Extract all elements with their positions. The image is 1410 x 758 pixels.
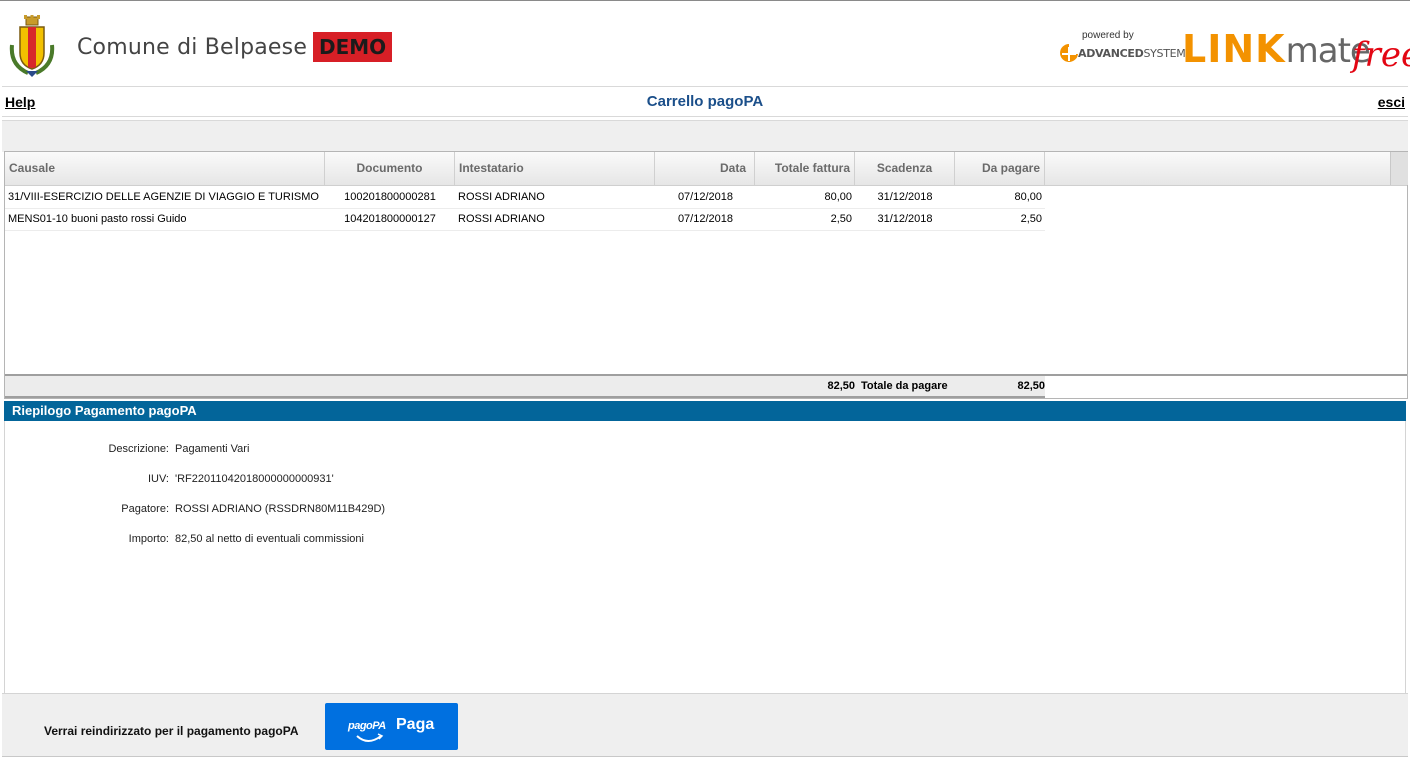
- comune-name: Comune di Belpaese: [77, 35, 308, 60]
- cell-data: 07/12/2018: [677, 213, 733, 225]
- pagatore-label: Pagatore:: [121, 503, 169, 515]
- column-header-intestatario[interactable]: Intestatario: [455, 152, 655, 185]
- column-header-scadenza[interactable]: Scadenza: [855, 152, 955, 185]
- cell-causale: 31/VIII-ESERCIZIO DELLE AGENZIE DI VIAGG…: [8, 191, 319, 203]
- header-scroll-spacer: [1390, 152, 1408, 185]
- column-header-da-pagare[interactable]: Da pagare: [955, 152, 1045, 185]
- linkmate-free-logo: LINKmatefree: [1182, 27, 1410, 75]
- riepilogo-descrizione: Descrizione: Pagamenti Vari: [5, 443, 705, 459]
- iuv-label: IUV:: [148, 473, 169, 485]
- importo-label: Importo:: [128, 533, 169, 545]
- cell-scadenza: 31/12/2018: [877, 191, 933, 203]
- column-header-documento[interactable]: Documento: [325, 152, 455, 185]
- paga-button[interactable]: pagoPA Paga: [325, 703, 458, 750]
- cell-totale-fattura: 2,50: [830, 213, 852, 225]
- linkmate-logo-free: free: [1352, 35, 1410, 75]
- cell-scadenza: 31/12/2018: [877, 213, 933, 225]
- advanced-systems-logo-icon: [1060, 44, 1078, 62]
- advanced-systems-logo: ADVANCEDSYSTEMS: [1078, 47, 1192, 60]
- pagopa-logo-icon: pagoPA: [347, 716, 389, 746]
- redirect-notice: Verrai reindirizzato per il pagamento pa…: [44, 724, 299, 738]
- riepilogo-importo: Importo: 82,50 al netto di eventuali com…: [5, 533, 705, 549]
- cell-intestatario: ROSSI ADRIANO: [458, 191, 545, 203]
- logout-link[interactable]: esci: [1378, 94, 1405, 110]
- cell-documento: 100201800000281: [344, 191, 436, 203]
- descrizione-value: Pagamenti Vari: [175, 443, 250, 455]
- riepilogo-header: Riepilogo Pagamento pagoPA: [4, 401, 1406, 421]
- header: Comune di Belpaese DEMO powered by ADVAN…: [0, 1, 1410, 86]
- column-header-totale-fattura[interactable]: Totale fattura: [755, 152, 855, 185]
- column-header-data[interactable]: Data: [655, 152, 755, 185]
- footer-da-pagare: 82,50: [1017, 380, 1045, 392]
- pagatore-value: ROSSI ADRIANO (RSSDRN80M11B429D): [175, 503, 386, 515]
- help-link[interactable]: Help: [5, 94, 35, 110]
- cart-table: Causale Documento Intestatario Data Tota…: [4, 151, 1408, 399]
- importo-value: 82,50 al netto di eventuali commissioni: [175, 533, 364, 545]
- riepilogo-iuv: IUV: 'RF22011042018000000000931': [5, 473, 705, 489]
- comune-crest-icon: [9, 15, 55, 77]
- navbar: Help Carrello pagoPA esci: [2, 86, 1408, 117]
- table-row[interactable]: 31/VIII-ESERCIZIO DELLE AGENZIE DI VIAGG…: [5, 186, 1045, 209]
- column-header-causale[interactable]: Causale: [5, 152, 325, 185]
- descrizione-label: Descrizione:: [108, 443, 169, 455]
- footer-totale-fattura: 82,50: [827, 380, 855, 392]
- linkmate-logo-link: LINK: [1182, 27, 1286, 71]
- cell-totale-fattura: 80,00: [824, 191, 852, 203]
- demo-badge: DEMO: [313, 32, 393, 62]
- paga-button-label: Paga: [396, 716, 435, 733]
- riepilogo-panel: Descrizione: Pagamenti Vari IUV: 'RF2201…: [4, 421, 1406, 693]
- cell-causale: MENS01-10 buoni pasto rossi Guido: [8, 213, 187, 225]
- riepilogo-title: Riepilogo Pagamento pagoPA: [12, 403, 197, 418]
- table-row[interactable]: MENS01-10 buoni pasto rossi Guido 104201…: [5, 208, 1045, 231]
- cell-intestatario: ROSSI ADRIANO: [458, 213, 545, 225]
- cell-da-pagare: 80,00: [1014, 191, 1042, 203]
- page-title: Carrello pagoPA: [646, 93, 764, 110]
- cell-data: 07/12/2018: [677, 191, 733, 203]
- pagopa-arc-icon: [356, 733, 384, 742]
- powered-by-label: powered by: [1082, 30, 1134, 41]
- table-footer: 82,50 Totale da pagare 82,50: [5, 374, 1407, 398]
- payment-footer: Verrai reindirizzato per il pagamento pa…: [2, 693, 1408, 757]
- cell-documento: 104201800000127: [344, 213, 436, 225]
- cell-da-pagare: 2,50: [1020, 213, 1042, 225]
- footer-totale-label: Totale da pagare: [861, 380, 948, 392]
- riepilogo-pagatore: Pagatore: ROSSI ADRIANO (RSSDRN80M11B429…: [5, 503, 705, 519]
- advanced-systems-logo-a: ADVANCED: [1078, 47, 1144, 60]
- toolbar-strip: [2, 120, 1408, 152]
- iuv-value: 'RF22011042018000000000931': [175, 473, 334, 485]
- table-header: Causale Documento Intestatario Data Tota…: [5, 152, 1408, 186]
